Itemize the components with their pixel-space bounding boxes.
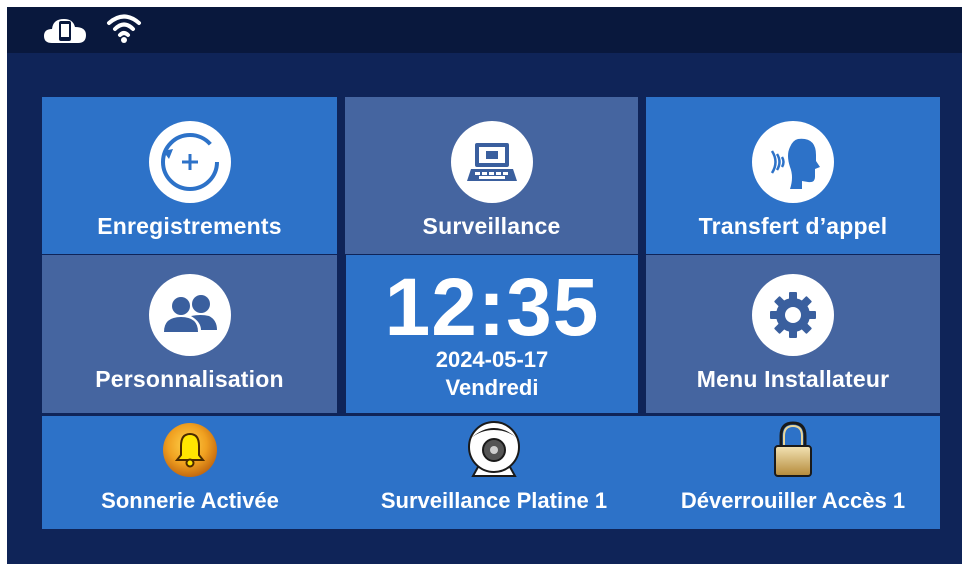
camera-icon [459, 421, 529, 478]
tile-installer-menu-label: Menu Installateur [696, 366, 890, 392]
bell-icon [162, 422, 218, 478]
clock-day: Vendredi [445, 375, 539, 400]
gear-icon [752, 274, 834, 356]
laptop-icon [450, 121, 533, 203]
tile-installer-menu[interactable]: Menu Installateur [646, 255, 940, 413]
padlock-icon [771, 421, 815, 478]
tile-recordings[interactable]: Enregistrements [42, 97, 337, 254]
speaking-head-icon [752, 121, 834, 203]
tile-surveillance-label: Surveillance [422, 213, 561, 239]
clock-time: 12:35 [384, 262, 600, 353]
unlock-button[interactable]: Déverrouiller Accès 1 [648, 416, 938, 529]
tile-personalization[interactable]: Personnalisation [42, 255, 337, 413]
ringer-label: Sonnerie Activée [101, 488, 279, 513]
status-bar [7, 7, 962, 53]
wifi-icon [106, 12, 142, 49]
cloud-phone-icon [42, 15, 90, 50]
tile-surveillance[interactable]: Surveillance [345, 97, 638, 254]
tile-recordings-label: Enregistrements [97, 213, 282, 239]
bottom-bar: Sonnerie Activée Surveillance Platine 1 [42, 416, 940, 529]
clock-panel: 12:35 2024-05-17 Vendredi [346, 255, 638, 413]
tile-personalization-label: Personnalisation [95, 366, 284, 392]
station-surveillance-label: Surveillance Platine 1 [380, 488, 608, 513]
tile-call-transfer[interactable]: Transfert d’appel [646, 97, 940, 254]
unlock-label: Déverrouiller Accès 1 [680, 488, 906, 513]
station-surveillance-button[interactable]: Surveillance Platine 1 [348, 416, 640, 529]
recordings-icon [148, 121, 231, 203]
tile-call-transfer-label: Transfert d’appel [698, 213, 888, 239]
users-icon [148, 274, 231, 356]
ringer-button[interactable]: Sonnerie Activée [70, 416, 310, 529]
